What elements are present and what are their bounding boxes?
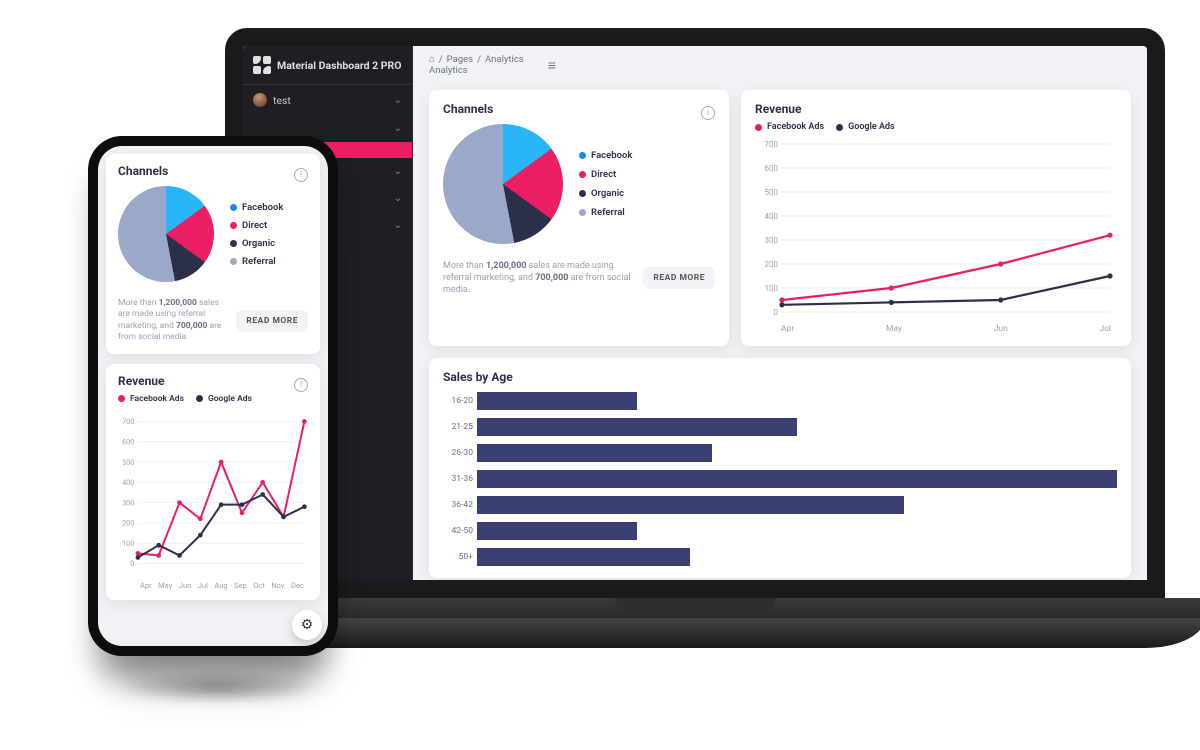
channels-pie-chart — [443, 124, 563, 244]
channels-legend: Facebook Direct Organic Referral — [579, 150, 632, 218]
revenue-card: Revenue Facebook Ads Google Ads 01002003… — [741, 90, 1131, 346]
svg-text:500: 500 — [122, 458, 134, 467]
svg-text:500: 500 — [765, 188, 779, 197]
phone-mockup: Channels ! Facebook Direct Organic Refer… — [88, 136, 338, 656]
svg-text:400: 400 — [122, 478, 134, 487]
svg-text:100: 100 — [765, 284, 779, 293]
brand-label: Material Dashboard 2 PRO — [277, 59, 401, 72]
breadcrumb-root[interactable]: Pages — [447, 54, 473, 65]
svg-text:600: 600 — [765, 164, 779, 173]
svg-text:200: 200 — [122, 519, 134, 528]
home-icon[interactable]: ⌂ — [429, 54, 435, 65]
laptop-mockup: Material Dashboard 2 PRO test ⌄ ⌄ ⌄ ⌄ ⌄ — [225, 28, 1165, 668]
sidebar-user[interactable]: test ⌄ — [243, 85, 412, 115]
channels-note: More than 1,200,000 sales are made using… — [118, 298, 226, 344]
sidebar-user-label: test — [273, 94, 291, 107]
svg-text:600: 600 — [122, 437, 134, 446]
phone-channels-card: Channels ! Facebook Direct Organic Refer… — [106, 154, 320, 354]
chevron-down-icon: ⌄ — [394, 193, 402, 204]
chevron-down-icon: ⌄ — [394, 123, 402, 134]
sales-age-bars: 16-2021-2526-3031-3636-4242-5050+ — [443, 388, 1117, 566]
channels-title: Channels — [118, 164, 168, 178]
svg-text:200: 200 — [765, 260, 779, 269]
phone-revenue-card: Revenue ! Facebook Ads Google Ads 010020… — [106, 364, 320, 600]
revenue-title: Revenue — [118, 374, 165, 388]
sales-age-title: Sales by Age — [443, 370, 1117, 384]
chevron-down-icon: ⌄ — [394, 95, 402, 106]
avatar — [253, 93, 267, 107]
channels-title: Channels — [443, 102, 493, 116]
info-icon[interactable]: ! — [294, 168, 308, 182]
svg-text:700: 700 — [765, 140, 779, 149]
breadcrumb-page[interactable]: Analytics — [485, 54, 524, 65]
laptop-screen: Material Dashboard 2 PRO test ⌄ ⌄ ⌄ ⌄ ⌄ — [225, 28, 1165, 598]
read-more-button[interactable]: READ MORE — [236, 310, 308, 332]
main-content: ⌂ / Pages / Analytics Analytics ≡ Channe… — [413, 46, 1147, 580]
brand[interactable]: Material Dashboard 2 PRO — [243, 46, 412, 85]
info-icon[interactable]: ! — [294, 378, 308, 392]
brand-icon — [253, 56, 271, 74]
topbar: ⌂ / Pages / Analytics Analytics ≡ — [413, 46, 1147, 80]
svg-text:100: 100 — [122, 539, 134, 548]
hamburger-icon[interactable]: ≡ — [548, 57, 556, 74]
read-more-button[interactable]: READ MORE — [643, 267, 715, 289]
sales-age-card: Sales by Age 16-2021-2526-3031-3636-4242… — [429, 358, 1131, 578]
settings-fab[interactable]: ⚙ — [292, 610, 322, 640]
info-icon[interactable]: i — [701, 106, 715, 120]
page-title: Analytics — [429, 65, 468, 76]
revenue-title: Revenue — [755, 102, 802, 116]
svg-text:400: 400 — [765, 212, 779, 221]
chevron-down-icon: ⌄ — [394, 220, 402, 231]
svg-text:0: 0 — [774, 308, 779, 317]
revenue-line-chart: 0 100 200 300 400 500 600 700 — [118, 410, 308, 575]
channels-card: Channels i Facebook Direct Organic Refer… — [429, 90, 729, 346]
svg-text:700: 700 — [122, 417, 134, 426]
channels-note: More than 1,200,000 sales are made using… — [443, 260, 633, 296]
svg-text:0: 0 — [130, 559, 134, 568]
svg-text:300: 300 — [765, 236, 779, 245]
revenue-line-chart: 0 100 200 300 400 500 600 700 — [755, 138, 1117, 318]
gear-icon: ⚙ — [301, 617, 314, 633]
phone-screen: Channels ! Facebook Direct Organic Refer… — [98, 146, 328, 646]
svg-text:300: 300 — [122, 498, 134, 507]
breadcrumb[interactable]: ⌂ / Pages / Analytics — [429, 54, 524, 65]
channels-pie-chart — [118, 186, 214, 282]
chevron-down-icon: ⌄ — [394, 166, 402, 177]
